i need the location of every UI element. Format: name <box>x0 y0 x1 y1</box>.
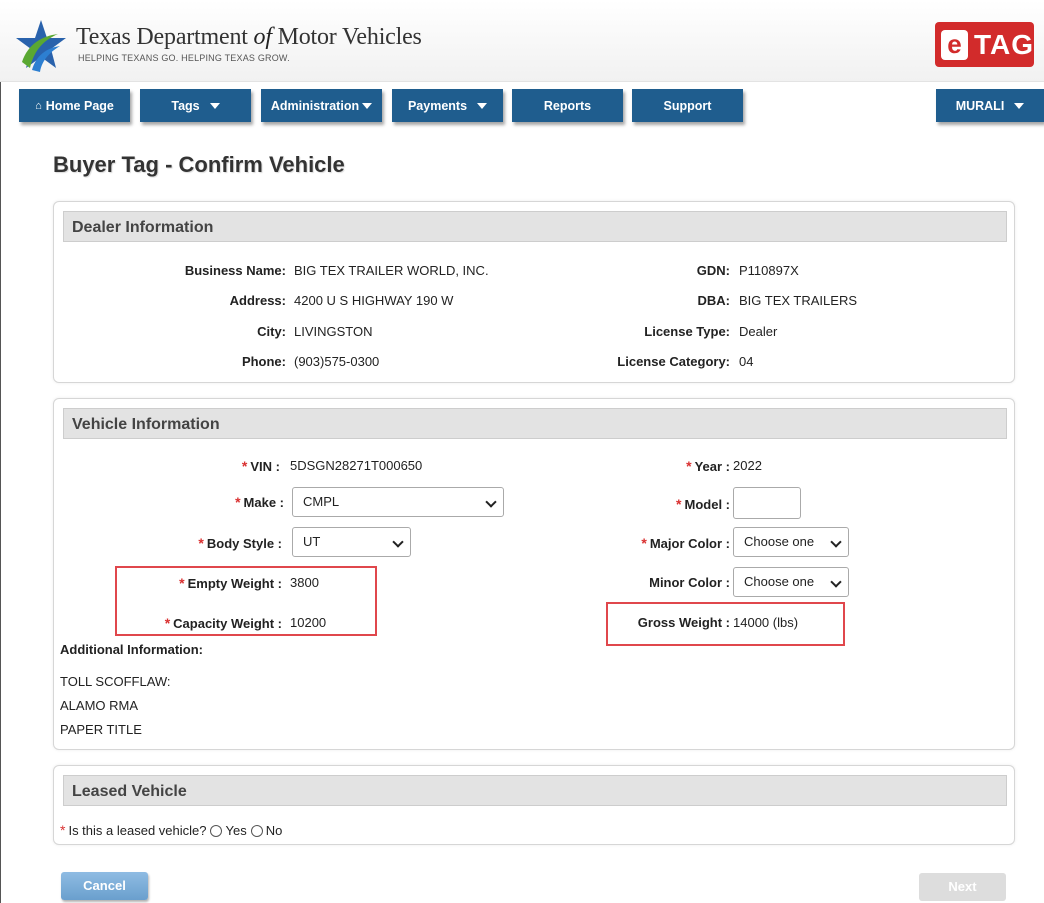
minor-color-select[interactable]: Choose one <box>733 567 849 597</box>
address-value: 4200 U S HIGHWAY 190 W <box>294 293 454 308</box>
required-asterisk: * <box>676 496 682 512</box>
agency-tagline: HELPING TEXANS GO. HELPING TEXAS GROW. <box>78 53 290 63</box>
required-asterisk: * <box>198 535 204 551</box>
chevron-down-icon <box>209 102 220 109</box>
major-color-label: * Major Color : <box>641 535 730 551</box>
nav-reports-button[interactable]: Reports <box>512 89 623 122</box>
city-value: LIVINGSTON <box>294 324 373 339</box>
dba-value: BIG TEX TRAILERS <box>739 293 858 308</box>
vin-value: 5DSGN28271T000650 <box>290 458 423 473</box>
business-name-value: BIG TEX TRAILER WORLD, INC. <box>294 263 489 278</box>
nav-home-label: Home Page <box>45 98 114 113</box>
required-asterisk: * <box>235 494 241 510</box>
leased-no-label: No <box>265 823 283 838</box>
dealer-information-panel: Dealer Information Business Name: BIG TE… <box>53 201 1015 383</box>
additional-item: ALAMO RMA <box>60 698 139 713</box>
agency-title: Texas Department of Motor Vehicles <box>76 24 422 50</box>
txdmv-star-logo-icon <box>16 20 66 72</box>
chevron-down-icon <box>1014 102 1025 109</box>
page-title: Buyer Tag - Confirm Vehicle <box>53 152 345 177</box>
nav-tags-label: Tags <box>171 98 200 113</box>
make-select[interactable]: CMPL <box>292 487 504 517</box>
leased-question: * Is this a leased vehicle? Yes No <box>60 822 282 838</box>
leased-vehicle-heading: Leased Vehicle <box>63 775 1007 806</box>
required-asterisk: * <box>60 822 66 838</box>
year-label: * Year : <box>686 458 730 474</box>
etag-logo-text: TAG <box>973 28 1034 60</box>
phone-value: (903)575-0300 <box>294 354 380 369</box>
chevron-down-icon <box>477 102 488 109</box>
major-color-select[interactable]: Choose one <box>733 527 849 557</box>
leased-no-radio[interactable] <box>250 825 263 837</box>
chevron-down-icon <box>830 536 842 548</box>
leased-yes-radio[interactable] <box>210 825 223 837</box>
city-label: City: <box>257 324 286 339</box>
model-label: * Model : <box>676 496 730 512</box>
nav-home-button[interactable]: ⌂ Home Page <box>19 89 130 122</box>
additional-item: TOLL SCOFFLAW: <box>60 674 171 689</box>
vin-label: * VIN : <box>241 458 280 474</box>
body-style-label: * Body Style : <box>198 535 282 551</box>
required-asterisk: * <box>641 535 647 551</box>
chevron-down-icon <box>485 496 497 508</box>
license-type-label: License Type: <box>644 324 730 339</box>
nav-support-button[interactable]: Support <box>632 89 743 122</box>
nav-payments-label: Payments <box>407 98 468 113</box>
gdn-value: P110897X <box>739 263 799 278</box>
gross-weight-highlight-box <box>606 602 845 646</box>
model-input[interactable] <box>733 487 801 519</box>
leased-vehicle-panel: Leased Vehicle * Is this a leased vehicle… <box>53 765 1015 845</box>
additional-item: PAPER TITLE <box>60 722 142 737</box>
dealer-information-heading: Dealer Information <box>63 211 1007 242</box>
nav-administration-menu[interactable]: Administration <box>261 89 382 122</box>
nav-support-label: Support <box>663 98 712 113</box>
cancel-button[interactable]: Cancel <box>61 872 148 900</box>
chevron-down-icon <box>392 536 404 548</box>
etag-logo: e TAG <box>935 22 1034 67</box>
chevron-down-icon <box>362 102 373 109</box>
leased-yes-label: Yes <box>225 823 247 838</box>
license-category-label: License Category: <box>617 354 730 369</box>
license-category-value: 04 <box>739 354 754 369</box>
weight-highlight-box <box>115 566 377 636</box>
nav-administration-label: Administration <box>270 98 360 113</box>
chevron-down-icon <box>830 576 842 588</box>
dba-label: DBA: <box>697 293 731 308</box>
nav-reports-label: Reports <box>543 98 592 113</box>
home-icon: ⌂ <box>35 99 42 112</box>
minor-color-label: Minor Color : <box>649 575 730 590</box>
nav-user-label: MURALI <box>955 98 1005 113</box>
make-label: * Make : <box>235 494 284 510</box>
etag-logo-e: e <box>941 29 968 60</box>
year-value: 2022 <box>733 458 762 473</box>
body-style-select[interactable]: UT <box>292 527 411 557</box>
phone-label: Phone: <box>241 354 286 369</box>
required-asterisk: * <box>686 458 692 474</box>
nav-tags-menu[interactable]: Tags <box>140 89 251 122</box>
leased-question-text: Is this a leased vehicle? <box>68 823 207 838</box>
nav-user-menu[interactable]: MURALI <box>936 89 1044 122</box>
site-header: Texas Department of Motor Vehicles HELPI… <box>0 0 1044 82</box>
required-asterisk: * <box>241 458 248 474</box>
next-button[interactable]: Next <box>919 873 1006 901</box>
gdn-label: GDN: <box>696 263 730 278</box>
vehicle-information-heading: Vehicle Information <box>63 408 1007 439</box>
nav-payments-menu[interactable]: Payments <box>392 89 503 122</box>
additional-information-label: Additional Information: <box>60 642 203 657</box>
address-label: Address: <box>229 293 286 308</box>
business-name-label: Business Name: <box>184 263 286 278</box>
license-type-value: Dealer <box>739 324 778 339</box>
